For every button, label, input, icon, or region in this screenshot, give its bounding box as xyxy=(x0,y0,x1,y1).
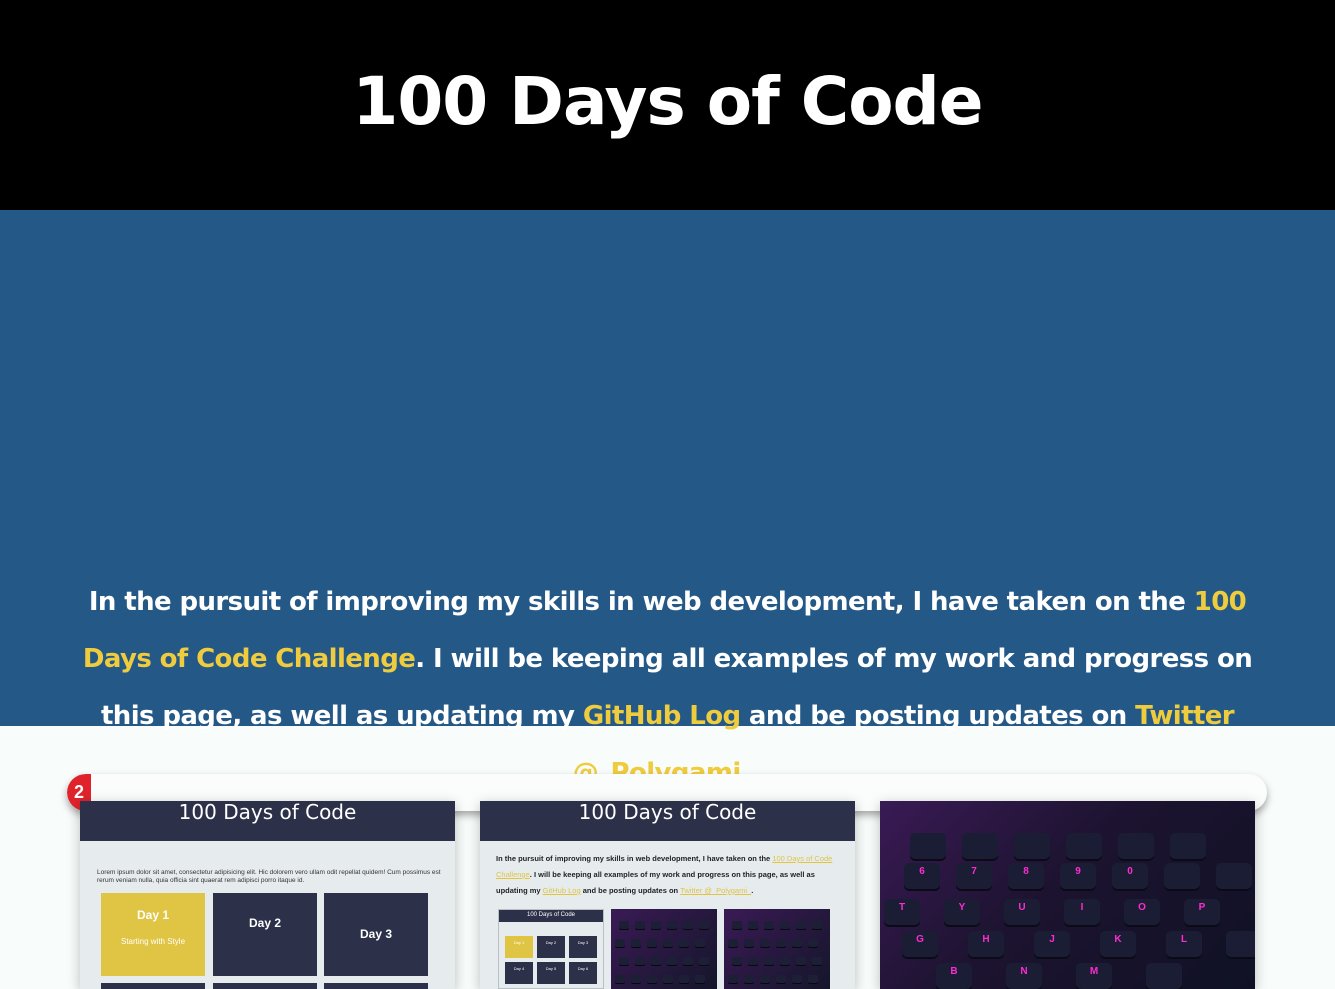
card-intro-segment: In the pursuit of improving my skills in… xyxy=(496,854,773,863)
keyboard-key xyxy=(1164,863,1200,889)
mini-screenshot: 100 Days of Code Day 1 Day 2 Day 3 Day 4… xyxy=(498,909,604,989)
page-header: 100 Days of Code xyxy=(0,0,1335,210)
day-tile: Day 1 Starting with Style xyxy=(101,893,205,976)
project-gallery: 100 Days of Code Lorem ipsum dolor sit a… xyxy=(0,726,1335,989)
keyboard-key xyxy=(1014,833,1050,859)
card-github-link[interactable]: GitHub Log xyxy=(543,886,581,895)
keyboard-key: Y xyxy=(944,899,980,925)
mini-tile: Day 1 xyxy=(505,936,533,958)
card-title: 100 Days of Code xyxy=(480,801,855,841)
intro-section: In the pursuit of improving my skills in… xyxy=(0,210,1335,811)
day-tile xyxy=(213,983,317,989)
page-title: 100 Days of Code xyxy=(352,62,983,140)
keyboard-key: O xyxy=(1124,899,1160,925)
keyboard-key: T xyxy=(884,899,920,925)
keyboard-key xyxy=(910,833,946,859)
mini-tile: Day 6 xyxy=(569,962,597,984)
intro-text: In the pursuit of improving my skills in… xyxy=(88,587,1194,617)
keyboard-key: 8 xyxy=(1008,863,1044,889)
mini-tile: Day 2 xyxy=(537,936,565,958)
mini-title: 100 Days of Code xyxy=(499,910,603,922)
mini-tile: Day 4 xyxy=(505,962,533,984)
keyboard-key: N xyxy=(1006,963,1042,989)
card-twitter-link[interactable]: Twitter @_Polygami_ xyxy=(680,886,751,895)
keyboard-key: P xyxy=(1184,899,1220,925)
keyboard-key: 0 xyxy=(1112,863,1148,889)
keyboard-key: H xyxy=(968,931,1004,957)
card-lorem-text: Lorem ipsum dolor sit amet, consectetur … xyxy=(97,869,441,884)
keyboard-key: 6 xyxy=(904,863,940,889)
day-tile: Day 2 xyxy=(213,893,317,976)
keyboard-key: B xyxy=(936,963,972,989)
card-intro-segment: and be posting updates on xyxy=(580,886,681,895)
mini-tile: Day 5 xyxy=(537,962,565,984)
keyboard-key: 9 xyxy=(1060,863,1096,889)
keyboard-key: G xyxy=(902,931,938,957)
keyboard-key: K xyxy=(1100,931,1136,957)
mini-tile: Day 3 xyxy=(569,936,597,958)
card-intro-text: In the pursuit of improving my skills in… xyxy=(496,851,841,899)
mini-keyboard-image xyxy=(611,909,717,989)
keyboard-key: U xyxy=(1004,899,1040,925)
day-tile-subtitle: Starting with Style xyxy=(120,937,186,946)
day-tile xyxy=(324,983,428,989)
keyboard-key: M xyxy=(1076,963,1112,989)
keyboard-key xyxy=(1118,833,1154,859)
keyboard-key xyxy=(962,833,998,859)
keyboard-key xyxy=(1066,833,1102,859)
keyboard-key xyxy=(1170,833,1206,859)
keyboard-key xyxy=(1216,863,1252,889)
project-card[interactable]: 100 Days of Code In the pursuit of impro… xyxy=(480,801,855,989)
keyboard-key: J xyxy=(1034,931,1070,957)
project-card[interactable]: 100 Days of Code Lorem ipsum dolor sit a… xyxy=(80,801,455,989)
day-tile-label: Day 2 xyxy=(248,916,282,930)
card-title: 100 Days of Code xyxy=(80,801,455,841)
mini-keyboard-image xyxy=(724,909,830,989)
day-tile-label: Day 3 xyxy=(359,927,393,941)
keyboard-key xyxy=(1146,963,1182,989)
day-tile: Day 3 xyxy=(324,893,428,976)
keyboard-key: 7 xyxy=(956,863,992,889)
keyboard-key: L xyxy=(1166,931,1202,957)
project-card[interactable]: 6 7 8 9 0 T Y U I O P G H J K L B N M xyxy=(880,801,1255,989)
card-intro-segment: . xyxy=(751,886,754,895)
day-tile xyxy=(101,983,205,989)
keyboard-key xyxy=(1226,931,1255,957)
keyboard-key: I xyxy=(1064,899,1100,925)
